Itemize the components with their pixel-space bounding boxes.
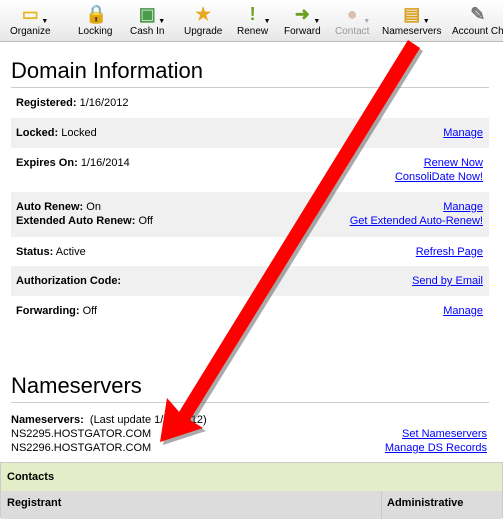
red-arrow-annotation	[160, 40, 423, 445]
